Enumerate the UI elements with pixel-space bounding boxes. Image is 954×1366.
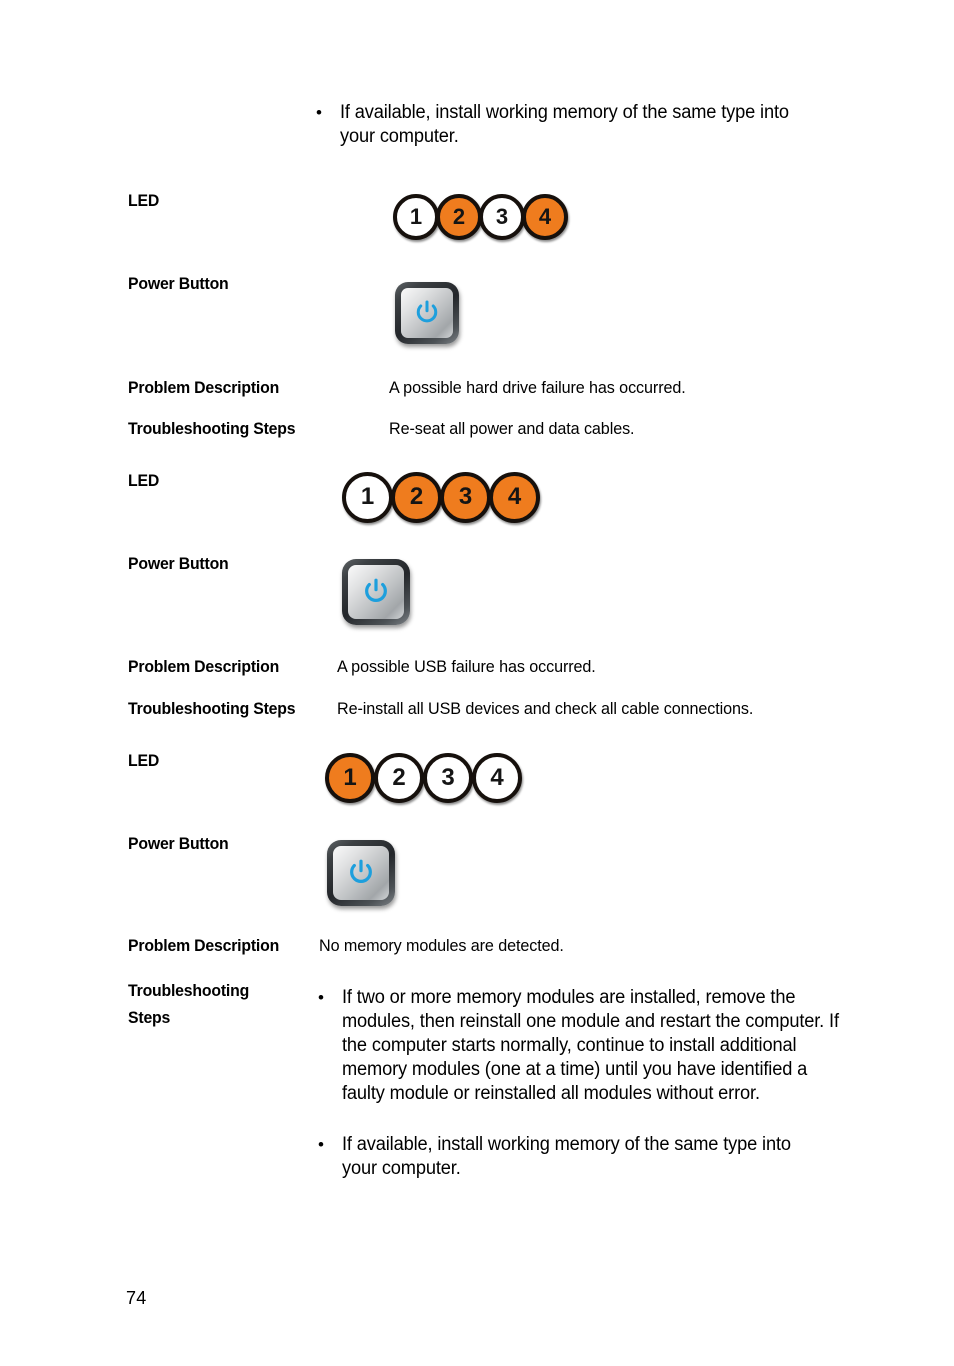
led-indicator-2: 2 <box>391 472 442 523</box>
bullet-text: If available, install working memory of … <box>342 1134 791 1179</box>
led-label: LED <box>128 191 160 210</box>
led-number: 3 <box>441 763 455 791</box>
power-button-graphic <box>342 559 410 625</box>
led-indicator-group: 1 2 3 4 <box>325 753 522 803</box>
bullet-marker: • <box>316 103 322 122</box>
led-number: 4 <box>507 483 522 510</box>
led-number: 3 <box>495 203 509 229</box>
power-icon <box>360 576 392 608</box>
bullet-marker: • <box>318 988 324 1007</box>
led-label: LED <box>128 751 160 770</box>
power-button-label: Power Button <box>128 274 229 293</box>
bullet-item: • If available, install working memory o… <box>308 101 848 149</box>
bullet-item: • If available, install working memory o… <box>310 1133 870 1181</box>
power-icon <box>412 298 442 328</box>
led-indicator-4: 4 <box>472 753 522 803</box>
led-indicator-2: 2 <box>374 753 424 803</box>
problem-description-label: Problem Description <box>128 936 280 955</box>
power-icon <box>345 857 377 889</box>
led-number: 1 <box>343 763 357 791</box>
troubleshooting-label: Troubleshooting Steps <box>128 981 250 1027</box>
led-number: 2 <box>452 203 466 229</box>
led-indicator-3: 3 <box>423 753 473 803</box>
led-indicator-3: 3 <box>440 472 491 523</box>
led-indicator-group: 1 2 3 4 <box>393 194 568 240</box>
led-indicator-4: 4 <box>489 472 540 523</box>
led-indicator-4: 4 <box>522 194 568 240</box>
led-indicator-1: 1 <box>342 472 393 523</box>
page-number: 74 <box>126 1288 147 1308</box>
bullet-marker: • <box>318 1135 324 1154</box>
led-indicator-1: 1 <box>393 194 439 240</box>
led-number: 4 <box>538 203 552 229</box>
troubleshooting-value: Re-install all USB devices and check all… <box>337 699 754 718</box>
document-page: • If available, install working memory o… <box>0 0 954 1366</box>
led-number: 2 <box>392 763 406 791</box>
problem-description-value: No memory modules are detected. <box>319 936 564 955</box>
troubleshooting-label: Troubleshooting Steps <box>128 699 296 718</box>
troubleshooting-label: Troubleshooting Steps <box>128 419 296 438</box>
led-number: 4 <box>490 763 504 791</box>
problem-description-value: A possible hard drive failure has occurr… <box>389 378 686 397</box>
led-number: 1 <box>409 203 423 229</box>
led-indicator-group: 1 2 3 4 <box>342 472 540 523</box>
led-number: 2 <box>409 483 424 510</box>
power-button-label: Power Button <box>128 554 229 573</box>
power-button-graphic <box>327 840 395 906</box>
power-button-graphic <box>395 282 459 344</box>
led-number: 3 <box>458 483 473 510</box>
led-indicator-1: 1 <box>325 753 375 803</box>
problem-description-label: Problem Description <box>128 657 280 676</box>
problem-description-label: Problem Description <box>128 378 280 397</box>
power-button-label: Power Button <box>128 834 229 853</box>
bullet-text: If available, install working memory of … <box>340 102 789 147</box>
problem-description-value: A possible USB failure has occurred. <box>337 657 596 676</box>
led-indicator-3: 3 <box>479 194 525 240</box>
bullet-item: • If two or more memory modules are inst… <box>310 986 870 1106</box>
led-number: 1 <box>360 483 375 510</box>
led-label: LED <box>128 471 160 490</box>
bullet-text: If two or more memory modules are instal… <box>342 987 839 1104</box>
led-indicator-2: 2 <box>436 194 482 240</box>
troubleshooting-value: Re-seat all power and data cables. <box>389 419 635 438</box>
